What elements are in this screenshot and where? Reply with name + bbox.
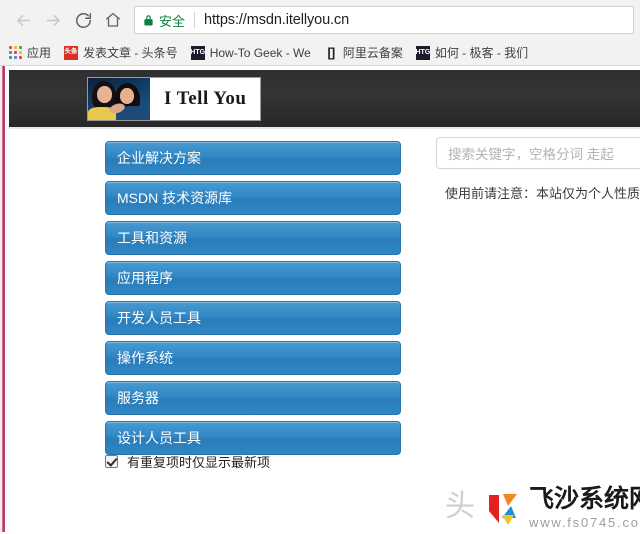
category-button-servers[interactable]: 服务器 bbox=[105, 381, 401, 415]
search-input[interactable]: 搜索关键字，空格分词 走起 bbox=[436, 137, 640, 169]
logo-photo-icon bbox=[88, 78, 150, 120]
watermark-site-name: 飞沙系统网 bbox=[529, 485, 640, 513]
bookmark-label: 如何 - 极客 - 我们 bbox=[434, 46, 529, 60]
page-viewport: I Tell You 企业解决方案 MSDN 技术资源库 工具和资源 应用程序 … bbox=[0, 66, 640, 532]
watermark-char: 头 bbox=[445, 490, 475, 523]
bookmarks-bar: 应用 头条 发表文章 - 头条号 HTG How-To Geek - We []… bbox=[0, 40, 640, 65]
page-content: 企业解决方案 MSDN 技术资源库 工具和资源 应用程序 开发人员工具 操作系统… bbox=[0, 129, 640, 532]
latest-only-checkbox-row[interactable]: 有重复项时仅显示最新项 bbox=[105, 452, 270, 471]
latest-only-checkbox[interactable] bbox=[105, 455, 118, 468]
usage-notice-text: 使用前请注意：本站仅为个人性质 bbox=[445, 186, 640, 201]
htg-favicon-icon: HTG bbox=[190, 45, 205, 60]
forward-arrow-icon[interactable] bbox=[38, 5, 68, 35]
bookmark-geek[interactable]: HTG 如何 - 极客 - 我们 bbox=[415, 44, 529, 61]
omnibox-divider bbox=[194, 12, 196, 28]
category-button-msdn-library[interactable]: MSDN 技术资源库 bbox=[105, 181, 401, 215]
watermark-text-block: 飞沙系统网 www.fs0745.com bbox=[529, 485, 640, 531]
security-status-label: 安全 bbox=[159, 13, 186, 29]
category-button-tools-and-resources[interactable]: 工具和资源 bbox=[105, 221, 401, 255]
back-arrow-icon[interactable] bbox=[8, 5, 38, 35]
category-button-operating-systems[interactable]: 操作系统 bbox=[105, 341, 401, 375]
watermark-logo-icon bbox=[486, 489, 526, 529]
bookmark-label: 应用 bbox=[27, 46, 52, 60]
watermark-brand: 飞沙系统网 www.fs0745.com bbox=[486, 487, 640, 530]
site-logo-text: I Tell You bbox=[150, 78, 261, 120]
browser-chrome: 安全 https://msdn.itellyou.cn 应用 头条 发表文章 -… bbox=[0, 0, 640, 66]
toutiao-favicon-icon: 头条 bbox=[64, 45, 79, 60]
apps-grid-icon bbox=[9, 46, 22, 59]
category-button-enterprise-solutions[interactable]: 企业解决方案 bbox=[105, 141, 401, 175]
watermark-site-url: www.fs0745.com bbox=[529, 515, 640, 530]
bookmark-aliyun[interactable]: [] 阿里云备案 bbox=[324, 44, 403, 61]
bookmark-label: How-To Geek - We bbox=[209, 45, 311, 60]
address-bar[interactable]: 安全 https://msdn.itellyou.cn bbox=[134, 6, 634, 34]
home-icon[interactable] bbox=[98, 5, 128, 35]
latest-only-checkbox-label: 有重复项时仅显示最新项 bbox=[127, 455, 271, 470]
bookmark-label: 发表文章 - 头条号 bbox=[83, 46, 178, 60]
page-left-edge-stripe bbox=[0, 66, 5, 532]
bracket-favicon-icon: [] bbox=[327, 45, 335, 60]
bookmark-label: 阿里云备案 bbox=[342, 46, 403, 60]
site-logo[interactable]: I Tell You bbox=[87, 77, 262, 121]
category-button-design-tools[interactable]: 设计人员工具 bbox=[105, 421, 401, 455]
category-button-developer-tools[interactable]: 开发人员工具 bbox=[105, 301, 401, 335]
bookmark-apps[interactable]: 应用 bbox=[9, 44, 51, 61]
site-header: I Tell You bbox=[0, 70, 640, 129]
right-column: 搜索关键字，空格分词 走起 使用前请注意：本站仅为个人性质 bbox=[436, 137, 640, 202]
htg-favicon-icon: HTG bbox=[415, 45, 430, 60]
url-text: https://msdn.itellyou.cn bbox=[204, 12, 350, 28]
search-placeholder: 搜索关键字，空格分词 走起 bbox=[448, 147, 614, 162]
category-button-list: 企业解决方案 MSDN 技术资源库 工具和资源 应用程序 开发人员工具 操作系统… bbox=[105, 141, 401, 461]
bookmark-toutiao[interactable]: 头条 发表文章 - 头条号 bbox=[64, 44, 178, 61]
bookmark-howtogeek[interactable]: HTG How-To Geek - We bbox=[190, 45, 311, 60]
page-left-gutter bbox=[5, 66, 9, 532]
reload-icon[interactable] bbox=[68, 5, 98, 35]
category-button-applications[interactable]: 应用程序 bbox=[105, 261, 401, 295]
lock-icon bbox=[143, 14, 154, 27]
browser-toolbar: 安全 https://msdn.itellyou.cn bbox=[0, 0, 640, 40]
